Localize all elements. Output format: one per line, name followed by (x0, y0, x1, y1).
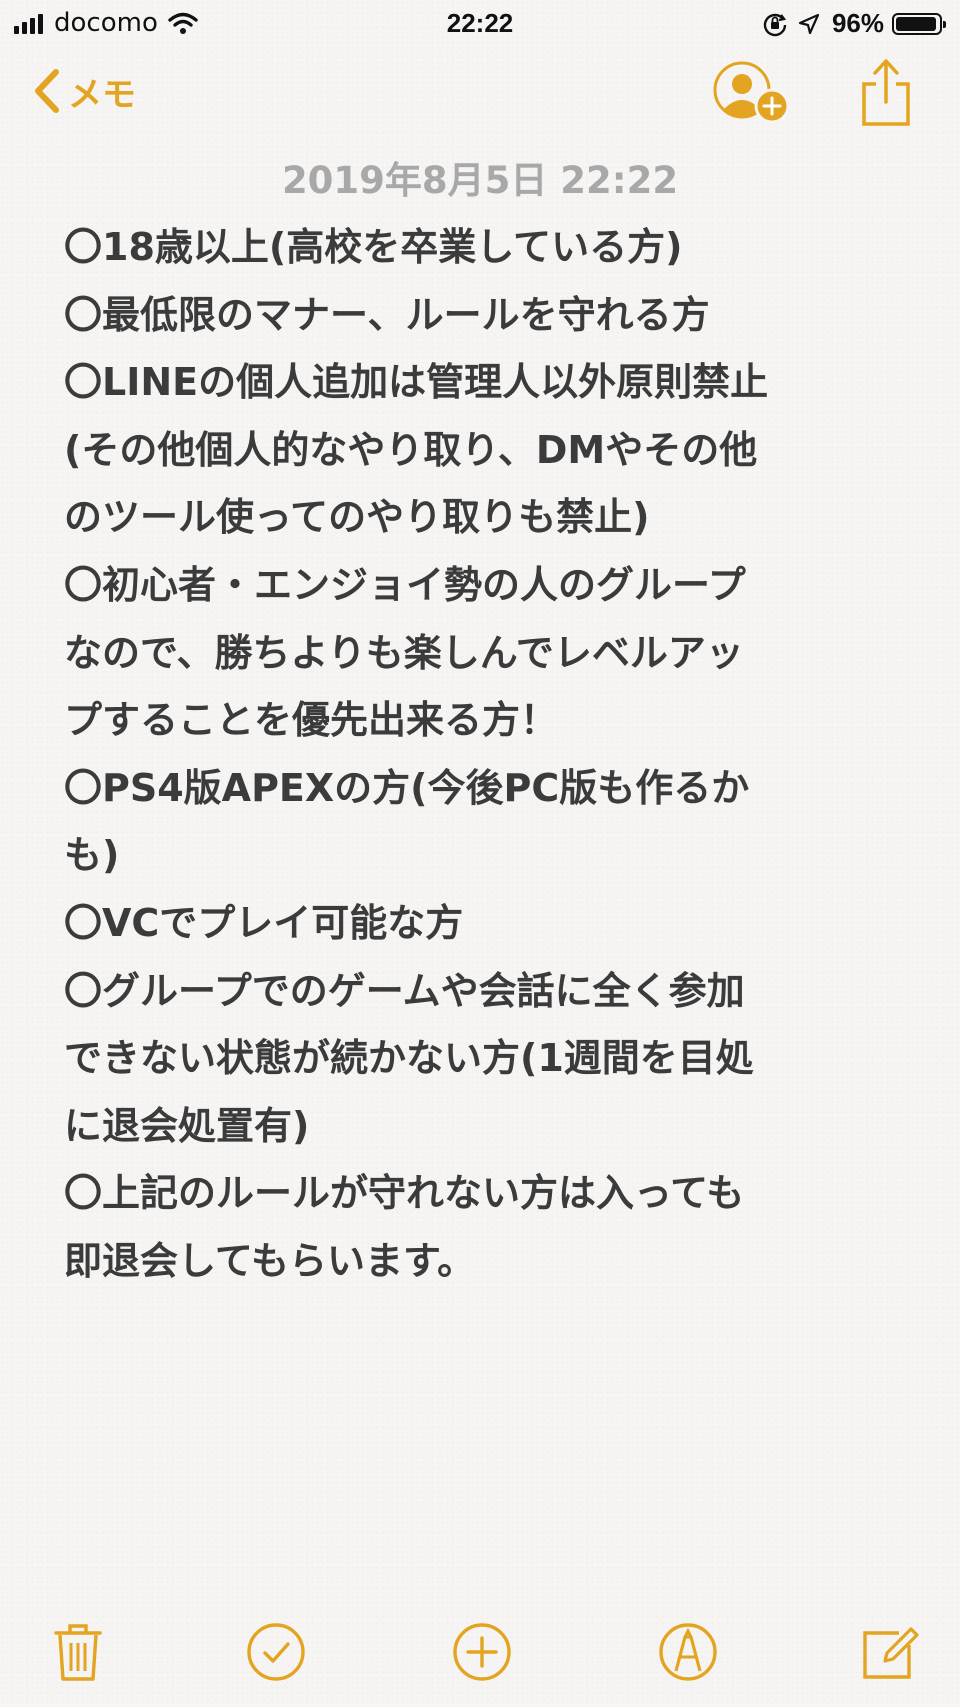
bottom-toolbar (0, 1614, 960, 1690)
status-right: 96% (762, 8, 946, 39)
share-button[interactable] (858, 56, 914, 128)
note-line: 〇LINEの個人追加は管理人以外原則禁止 (64, 360, 769, 405)
note-line: なので、勝ちよりも楽しんでレベルアッ (64, 630, 744, 675)
note-line: 〇18歳以上(高校を卒業している方) (64, 225, 683, 269)
status-bar: docomo 22:22 96% (0, 0, 960, 48)
note-body[interactable]: 〇18歳以上(高校を卒業している方) 〇最低限のマナー、ルールを守れる方〇LINE… (64, 214, 914, 1296)
back-button[interactable]: メモ (30, 66, 136, 116)
trash-icon (54, 1624, 102, 1681)
chevron-left-icon (35, 69, 59, 113)
add-people-icon (713, 61, 790, 124)
note-line: 〇上記のルールが守れない方は入っても (64, 1171, 745, 1216)
note-line: プすることを優先出来る方！ (64, 698, 559, 743)
note-line: (その他個人的なやり取り、DMやその他 (64, 427, 758, 472)
note-line: 〇初心者・エンジョイ勢の人のグループ (64, 562, 746, 607)
note-line: 〇PS4版APEXの方(今後PC版も作るか (64, 765, 750, 810)
add-button[interactable] (444, 1614, 520, 1690)
note-line: 〇VCでプレイ可能な方 (64, 900, 464, 945)
note-line: のツール使ってのやり取りも禁止) (64, 495, 650, 540)
note-line: 即退会してもらいます。 (64, 1238, 476, 1283)
checklist-icon (247, 1623, 305, 1681)
note-line: も) (64, 833, 120, 878)
nav-bar: メモ (0, 56, 960, 136)
markup-button[interactable] (650, 1614, 726, 1690)
note-line: できない状態が続かない方(1週間を目処 (64, 1036, 754, 1081)
orientation-lock-icon (763, 13, 787, 36)
note-date: 2019年8月5日 22:22 (281, 159, 679, 202)
checklist-button[interactable] (238, 1614, 314, 1690)
battery-fill (896, 16, 937, 31)
markup-icon (659, 1623, 717, 1681)
note-line: 〇グループでのゲームや会話に全く参加 (64, 968, 745, 1013)
delete-button[interactable] (40, 1614, 116, 1690)
battery-icon (892, 12, 946, 35)
add-people-button[interactable] (710, 60, 794, 132)
battery-percent: 96% (831, 8, 884, 38)
compose-icon (863, 1627, 919, 1679)
add-icon (453, 1623, 511, 1681)
compose-button[interactable] (852, 1614, 928, 1690)
note-line: 〇最低限のマナー、ルールを守れる方 (64, 292, 710, 337)
back-label: メモ (68, 74, 136, 115)
note-line: に退会処置有) (64, 1103, 310, 1148)
share-icon (862, 59, 910, 126)
location-icon (798, 13, 820, 34)
